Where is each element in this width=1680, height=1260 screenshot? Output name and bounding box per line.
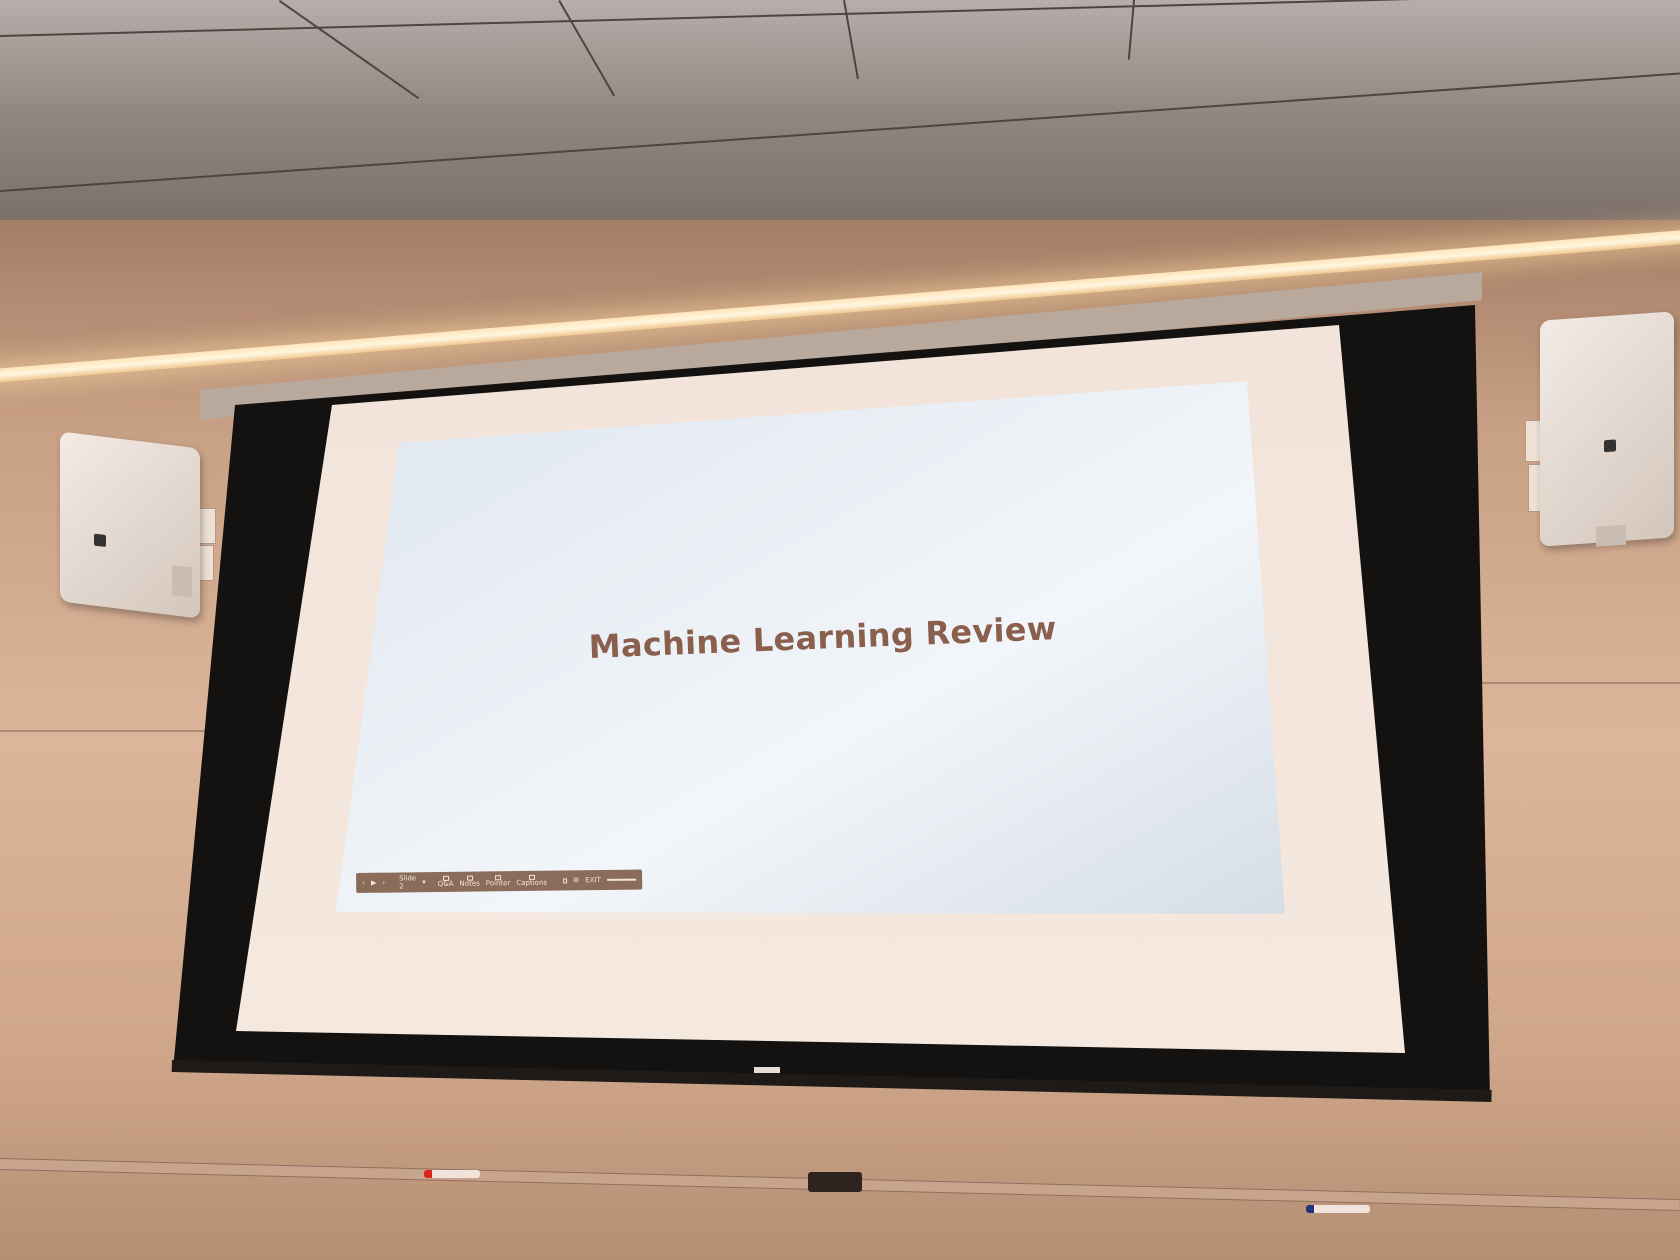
red-marker xyxy=(424,1170,480,1178)
speaker-bracket xyxy=(172,565,192,598)
pointer-button[interactable]: Pointer xyxy=(485,875,511,888)
presenter-toolbar: ‹ ▶ › Slide 2 ▾ Q&A Notes Pointer Captio… xyxy=(356,869,643,893)
notes-button[interactable]: Notes xyxy=(459,875,480,888)
speaker-logo xyxy=(94,533,106,548)
screen-brand-label xyxy=(754,1067,780,1073)
right-speaker xyxy=(1540,311,1674,547)
previous-slide-button[interactable]: ‹ xyxy=(362,879,365,887)
qa-button[interactable]: Q&A xyxy=(437,875,454,889)
qa-label: Q&A xyxy=(437,879,454,889)
slide-selector[interactable]: Slide 2 xyxy=(399,874,416,890)
chevron-down-icon[interactable]: ▾ xyxy=(422,878,426,886)
exit-button[interactable]: EXIT xyxy=(585,876,601,884)
captions-button[interactable]: Captions xyxy=(516,874,548,888)
left-speaker xyxy=(60,431,200,619)
notes-label: Notes xyxy=(459,879,480,888)
play-button[interactable]: ▶ xyxy=(371,879,376,887)
gear-icon[interactable]: ⚙ xyxy=(573,876,579,884)
blue-marker xyxy=(1306,1205,1370,1213)
pointer-label: Pointer xyxy=(485,879,511,888)
captions-label: Captions xyxy=(516,878,548,888)
square-icon[interactable] xyxy=(562,877,568,883)
speaker-bracket xyxy=(1596,524,1626,547)
whiteboard-eraser xyxy=(808,1172,862,1192)
classroom-scene: Machine Learning Review ‹ ▶ › Slide 2 ▾ … xyxy=(0,0,1680,1260)
speaker-logo xyxy=(1604,439,1616,453)
slide-progress-bar xyxy=(606,878,637,881)
next-slide-button[interactable]: › xyxy=(382,879,385,887)
